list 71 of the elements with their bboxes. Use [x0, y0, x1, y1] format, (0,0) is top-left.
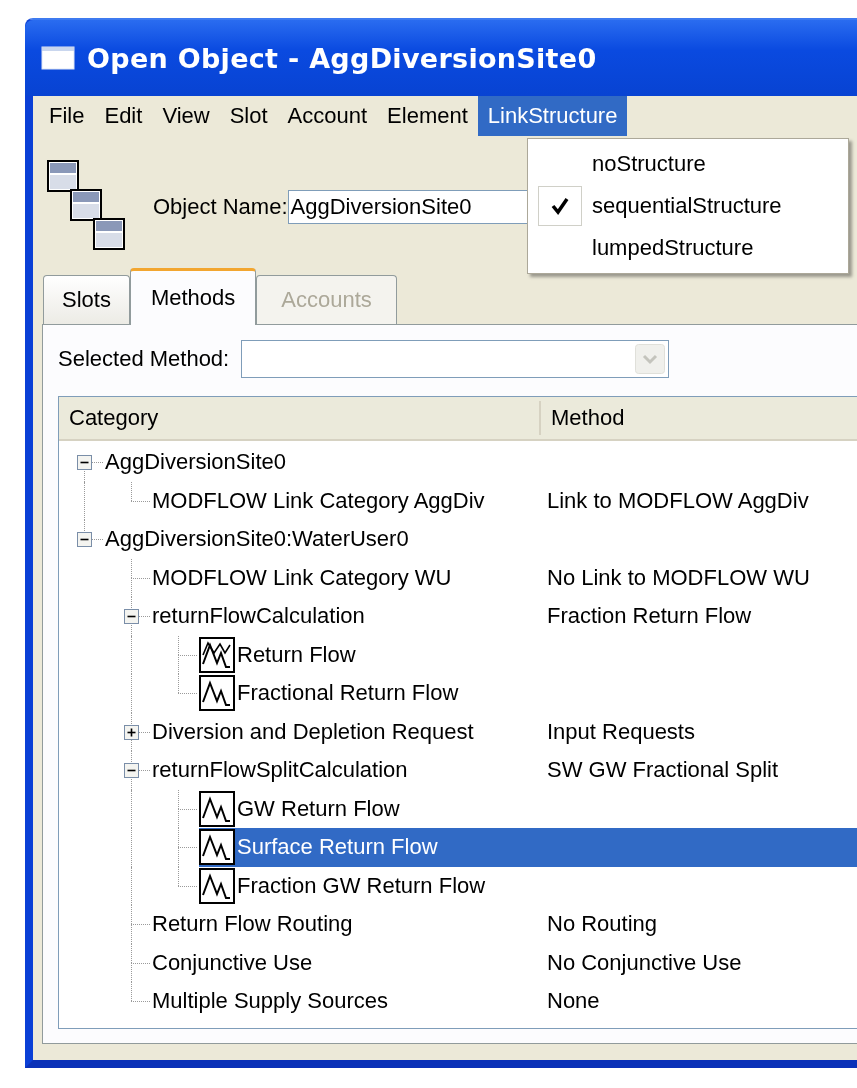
column-header[interactable]: Method: [541, 397, 857, 439]
tree-row[interactable]: GW Return Flow: [199, 789, 857, 828]
category-label: Surface Return Flow: [237, 834, 439, 861]
window-icon: [41, 46, 75, 70]
menu-option-label: lumpedStructure: [592, 235, 754, 261]
tree-row[interactable]: Diversion and Depletion Request Input Requests: [152, 712, 857, 751]
category-label: returnFlowCalculation: [152, 603, 366, 630]
tree-row[interactable]: Multiple Supply Sources None: [152, 982, 857, 1021]
method-label: No Link to MODFLOW WU: [547, 564, 810, 591]
menu-item[interactable]: Edit: [94, 96, 153, 136]
double-wave-graph-icon: [199, 636, 235, 673]
object-name-label: Object Name:: [153, 194, 288, 220]
object-name-field[interactable]: AggDiversionSite0: [287, 190, 528, 224]
wave-graph-icon: [199, 675, 235, 712]
window-title: Open Object - AggDiversionSite0: [87, 42, 597, 74]
wave-graph-icon: [199, 790, 235, 827]
menu-item[interactable]: File: [39, 96, 95, 136]
tree-row[interactable]: MODFLOW Link Category AggDiv Link to MODFLOW AggDiv: [152, 481, 857, 520]
menu-option[interactable]: sequentialStructure: [528, 185, 848, 227]
column-header[interactable]: Category: [59, 401, 541, 435]
menu-item[interactable]: Slot: [219, 96, 278, 136]
category-label: Conjunctive Use: [152, 949, 314, 976]
category-label: AggDiversionSite0:WaterUser0: [105, 526, 410, 553]
method-label: No Routing: [547, 911, 658, 938]
category-label: Fractional Return Flow: [237, 680, 460, 707]
collapse-icon[interactable]: [124, 763, 139, 778]
tree-row[interactable]: Fraction GW Return Flow: [199, 866, 857, 905]
tree-row[interactable]: returnFlowSplitCalculation SW GW Fractional Split: [152, 751, 857, 790]
category-label: Diversion and Depletion Request: [152, 718, 475, 745]
menu-item[interactable]: LinkStructure: [477, 96, 628, 136]
tree-row[interactable]: Fractional Return Flow: [199, 674, 857, 713]
category-label: MODFLOW Link Category AggDiv: [152, 487, 486, 514]
category-label: MODFLOW Link Category WU: [152, 564, 453, 591]
expand-icon[interactable]: [124, 724, 139, 740]
tree-row[interactable]: Conjunctive Use No Conjunctive Use: [152, 943, 857, 982]
selected-method-dropdown[interactable]: [241, 340, 670, 378]
menu-option-label: sequentialStructure: [592, 193, 782, 219]
menu-item[interactable]: Account: [277, 96, 378, 136]
tab[interactable]: Slots: [43, 275, 130, 324]
category-label: Return Flow Routing: [152, 911, 354, 938]
method-label: Fraction Return Flow: [547, 603, 752, 630]
category-label: Fraction GW Return Flow: [237, 872, 487, 899]
tree-row[interactable]: Surface Return Flow: [199, 828, 857, 867]
method-label: No Conjunctive Use: [547, 949, 742, 976]
collapse-icon[interactable]: [124, 609, 139, 624]
menu-option[interactable]: lumpedStructure: [528, 227, 848, 269]
tree-row[interactable]: Return Flow: [199, 635, 857, 674]
selected-method-label: Selected Method:: [58, 346, 230, 372]
category-label: Return Flow: [237, 641, 357, 668]
category-label: GW Return Flow: [237, 795, 401, 822]
method-label: SW GW Fractional Split: [547, 757, 779, 784]
menu-item[interactable]: View: [152, 96, 220, 136]
category-label: AggDiversionSite0: [105, 449, 287, 476]
category-label: Multiple Supply Sources: [152, 988, 389, 1015]
collapse-icon[interactable]: [77, 532, 92, 547]
method-label: None: [547, 988, 600, 1015]
collapse-icon[interactable]: [77, 455, 92, 470]
category-label: returnFlowSplitCalculation: [152, 757, 409, 784]
wave-graph-icon: [199, 867, 235, 904]
tree-row[interactable]: AggDiversionSite0:WaterUser0: [105, 520, 857, 559]
tree-row[interactable]: MODFLOW Link Category WU No Link to MODFLOW WU: [152, 558, 857, 597]
method-label: Link to MODFLOW AggDiv: [547, 487, 809, 514]
menu-option-label: noStructure: [592, 151, 706, 177]
menu-option[interactable]: noStructure: [528, 143, 848, 185]
method-label: Input Requests: [547, 718, 695, 745]
menu-item[interactable]: Element: [377, 96, 478, 136]
tree-row[interactable]: returnFlowCalculation Fraction Return Flow: [152, 597, 857, 636]
tree-row[interactable]: AggDiversionSite0: [105, 443, 857, 482]
tree-row[interactable]: Return Flow Routing No Routing: [152, 905, 857, 944]
wave-graph-icon: [199, 829, 235, 866]
tab[interactable]: Methods: [129, 268, 257, 325]
